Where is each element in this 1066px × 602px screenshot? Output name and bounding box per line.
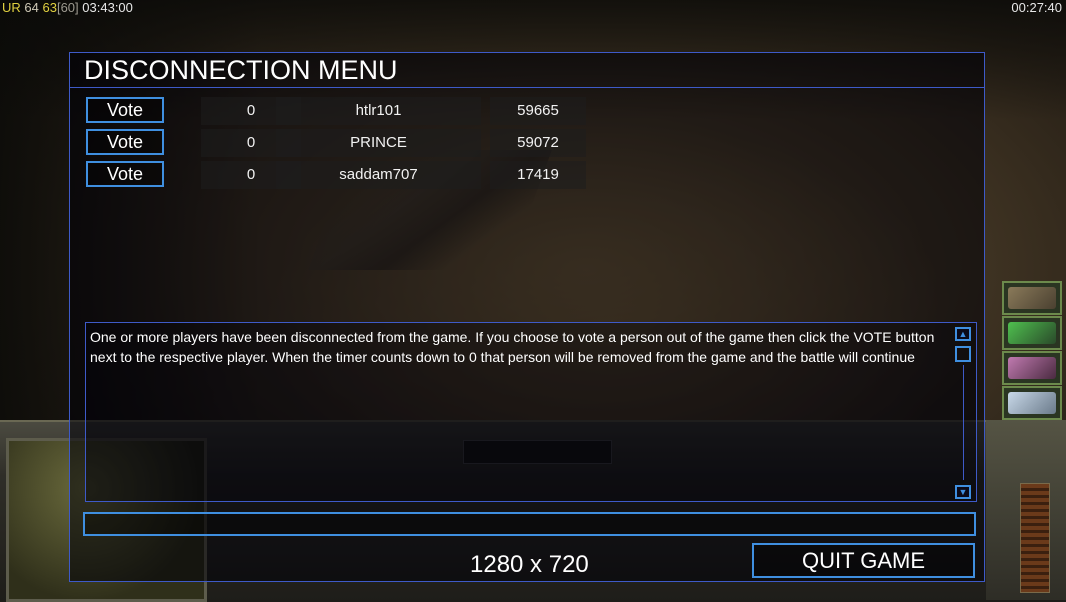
player-name: saddam707 [276,161,481,189]
power-bar [1020,483,1050,593]
vote-button[interactable]: Vote [86,97,164,123]
player-name: htlr101 [276,97,481,125]
dialog-title: DISCONNECTION MENU [84,55,398,85]
player-score: 59665 [490,97,586,125]
build-tab-vehicle[interactable] [1002,316,1062,350]
player-name: PRINCE [276,129,481,157]
hud-clock-right: 00:27:40 [1011,0,1062,15]
vote-button[interactable]: Vote [86,161,164,187]
build-tab-structure[interactable] [1002,281,1062,315]
disconnection-dialog: DISCONNECTION MENU Vote 0 htlr101 59665 … [69,52,985,582]
build-tab-upgrade[interactable] [1002,386,1062,420]
message-box: One or more players have been disconnect… [85,322,977,502]
resolution-label: 1280 x 720 [470,551,589,578]
vote-button[interactable]: Vote [86,129,164,155]
structure-icon [1008,287,1056,309]
message-text: One or more players have been disconnect… [90,329,935,365]
message-scrollbar[interactable]: ▲ ▼ [954,325,974,499]
scroll-up-button[interactable]: ▲ [955,327,971,341]
hud-value-1: 64 [24,0,39,15]
player-score: 17419 [490,161,586,189]
player-score: 59072 [490,129,586,157]
hud-value-3: [60] [56,0,79,15]
scroll-down-button[interactable]: ▼ [955,485,971,499]
special-icon [1008,357,1056,379]
quit-game-button[interactable]: QUIT GAME [752,543,975,578]
chat-input[interactable] [83,512,976,536]
vehicle-icon [1008,322,1056,344]
hud-left-stats: UR 64 63[60] 03:43:00 [2,0,133,15]
wrench-icon [1008,392,1056,414]
hud-clock-left: 03:43:00 [82,0,133,15]
scroll-track[interactable] [963,365,964,480]
hud-value-2: 63 [42,0,57,15]
scroll-thumb[interactable] [955,346,971,362]
hud-prefix: UR [2,0,21,15]
build-tab-special[interactable] [1002,351,1062,385]
title-divider [70,87,984,88]
